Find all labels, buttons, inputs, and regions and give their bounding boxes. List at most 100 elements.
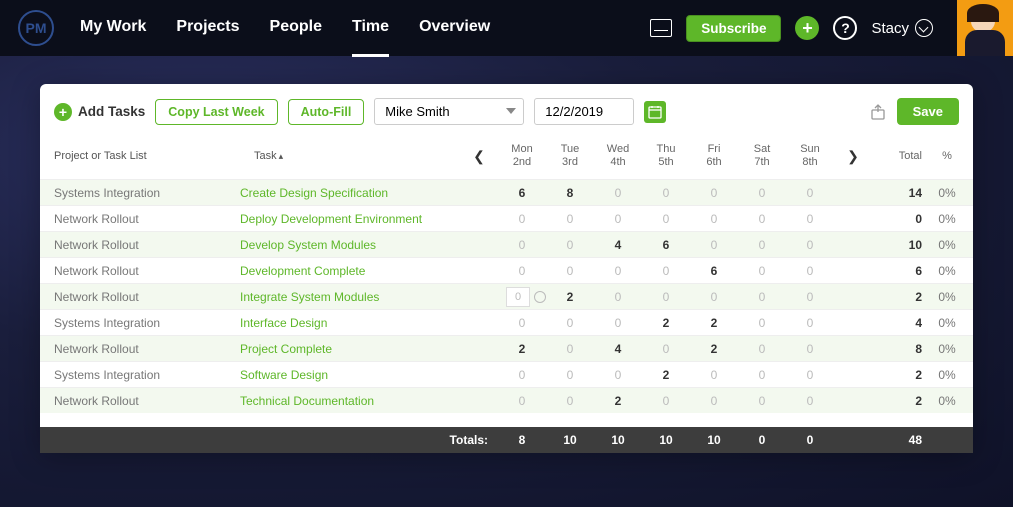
hours-cell[interactable]: 0	[546, 342, 594, 356]
hours-cell[interactable]: 0	[642, 264, 690, 278]
hours-cell[interactable]: 0	[738, 368, 786, 382]
hours-cell[interactable]: 0	[786, 342, 834, 356]
total-day-0: 8	[498, 433, 546, 447]
hours-cell[interactable]: 0	[498, 316, 546, 330]
hours-cell[interactable]: 0	[642, 212, 690, 226]
hours-cell[interactable]: 0	[546, 264, 594, 278]
hours-cell[interactable]: 2	[642, 316, 690, 330]
hours-cell[interactable]: 0	[690, 212, 738, 226]
nav-time[interactable]: Time	[352, 18, 389, 57]
hours-cell[interactable]: 0	[738, 264, 786, 278]
hours-cell[interactable]: 0	[738, 290, 786, 304]
task-link[interactable]: Create Design Specification	[240, 186, 460, 200]
task-link[interactable]: Deploy Development Environment	[240, 212, 460, 226]
hours-cell[interactable]: 2	[594, 394, 642, 408]
hours-cell[interactable]: 6	[498, 186, 546, 200]
hours-cell[interactable]: 0	[690, 394, 738, 408]
hours-cell[interactable]: 0	[738, 238, 786, 252]
hours-cell[interactable]: 0	[738, 342, 786, 356]
row-total: 2	[872, 290, 926, 304]
task-link[interactable]: Project Complete	[240, 342, 460, 356]
hours-cell[interactable]: 0	[786, 186, 834, 200]
hours-cell[interactable]: 0	[594, 316, 642, 330]
add-tasks-button[interactable]: + Add Tasks	[54, 103, 145, 121]
hours-cell[interactable]: 0	[690, 238, 738, 252]
hours-cell[interactable]: 0	[594, 264, 642, 278]
prev-week-button[interactable]: ❮	[460, 148, 498, 165]
grid-totals: Totals: 8 10 10 10 10 0 0 48	[40, 427, 973, 453]
share-icon[interactable]	[869, 103, 887, 121]
task-link[interactable]: Technical Documentation	[240, 394, 460, 408]
task-link[interactable]: Software Design	[240, 368, 460, 382]
hours-cell[interactable]: 8	[546, 186, 594, 200]
hours-cell[interactable]: 2	[546, 290, 594, 304]
hours-cell[interactable]: 0	[594, 368, 642, 382]
hours-cell[interactable]: 0	[690, 290, 738, 304]
nav-overview[interactable]: Overview	[419, 18, 490, 57]
hours-cell[interactable]: 2	[642, 368, 690, 382]
nav-people[interactable]: People	[270, 18, 322, 57]
hours-input[interactable]	[506, 287, 530, 307]
hours-cell[interactable]: 0	[738, 186, 786, 200]
user-menu[interactable]: Stacy	[871, 19, 933, 37]
hours-cell[interactable]: 0	[642, 290, 690, 304]
hours-cell[interactable]: 0	[690, 186, 738, 200]
next-week-button[interactable]: ❯	[834, 148, 872, 165]
hours-cell[interactable]: 0	[594, 186, 642, 200]
hours-cell[interactable]: 0	[786, 264, 834, 278]
save-button[interactable]: Save	[897, 98, 959, 125]
hours-cell[interactable]: 0	[594, 290, 642, 304]
date-input[interactable]	[534, 98, 634, 125]
hours-cell[interactable]: 0	[786, 238, 834, 252]
hours-cell[interactable]: 0	[546, 316, 594, 330]
copy-last-week-button[interactable]: Copy Last Week	[155, 99, 277, 125]
hours-cell[interactable]: 0	[738, 394, 786, 408]
hours-cell[interactable]: 0	[642, 342, 690, 356]
timer-icon[interactable]	[534, 291, 546, 303]
subscribe-button[interactable]: Subscribe	[686, 15, 781, 42]
task-link[interactable]: Interface Design	[240, 316, 460, 330]
task-link[interactable]: Development Complete	[240, 264, 460, 278]
hours-cell[interactable]: 0	[738, 316, 786, 330]
nav-projects[interactable]: Projects	[176, 18, 239, 57]
hours-cell[interactable]: 0	[498, 368, 546, 382]
hours-cell[interactable]: 0	[498, 212, 546, 226]
hours-cell[interactable]: 0	[498, 264, 546, 278]
hours-cell[interactable]: 0	[786, 290, 834, 304]
hours-cell[interactable]: 0	[786, 368, 834, 382]
presentation-icon[interactable]	[650, 19, 672, 37]
hours-cell[interactable]: 0	[738, 212, 786, 226]
hours-cell[interactable]: 6	[642, 238, 690, 252]
help-icon[interactable]: ?	[833, 16, 857, 40]
hours-cell[interactable]: 0	[642, 186, 690, 200]
nav-my-work[interactable]: My Work	[80, 18, 146, 57]
task-link[interactable]: Develop System Modules	[240, 238, 460, 252]
hours-cell[interactable]: 6	[690, 264, 738, 278]
hours-cell[interactable]: 0	[546, 368, 594, 382]
hours-cell[interactable]: 0	[546, 238, 594, 252]
hours-cell[interactable]: 2	[690, 342, 738, 356]
hours-cell[interactable]: 2	[498, 342, 546, 356]
col-project[interactable]: Project or Task List	[40, 150, 240, 162]
hours-cell[interactable]: 0	[546, 394, 594, 408]
hours-cell[interactable]: 0	[642, 394, 690, 408]
add-icon[interactable]: +	[795, 16, 819, 40]
hours-cell[interactable]: 0	[594, 212, 642, 226]
hours-cell[interactable]: 0	[546, 212, 594, 226]
hours-cell[interactable]: 0	[786, 212, 834, 226]
calendar-icon[interactable]	[644, 101, 666, 123]
auto-fill-button[interactable]: Auto-Fill	[288, 99, 365, 125]
hours-cell[interactable]: 4	[594, 238, 642, 252]
person-select[interactable]: Mike Smith	[374, 98, 524, 125]
task-link[interactable]: Integrate System Modules	[240, 290, 460, 304]
hours-cell[interactable]: 0	[786, 316, 834, 330]
avatar[interactable]	[957, 0, 1013, 56]
hours-cell[interactable]: 0	[690, 368, 738, 382]
hours-cell[interactable]: 2	[690, 316, 738, 330]
hours-cell[interactable]: 0	[498, 394, 546, 408]
hours-cell[interactable]: 0	[498, 238, 546, 252]
hours-cell[interactable]: 0	[786, 394, 834, 408]
hours-cell[interactable]: 4	[594, 342, 642, 356]
total-day-1: 10	[546, 433, 594, 447]
col-task[interactable]: Task	[240, 150, 460, 162]
